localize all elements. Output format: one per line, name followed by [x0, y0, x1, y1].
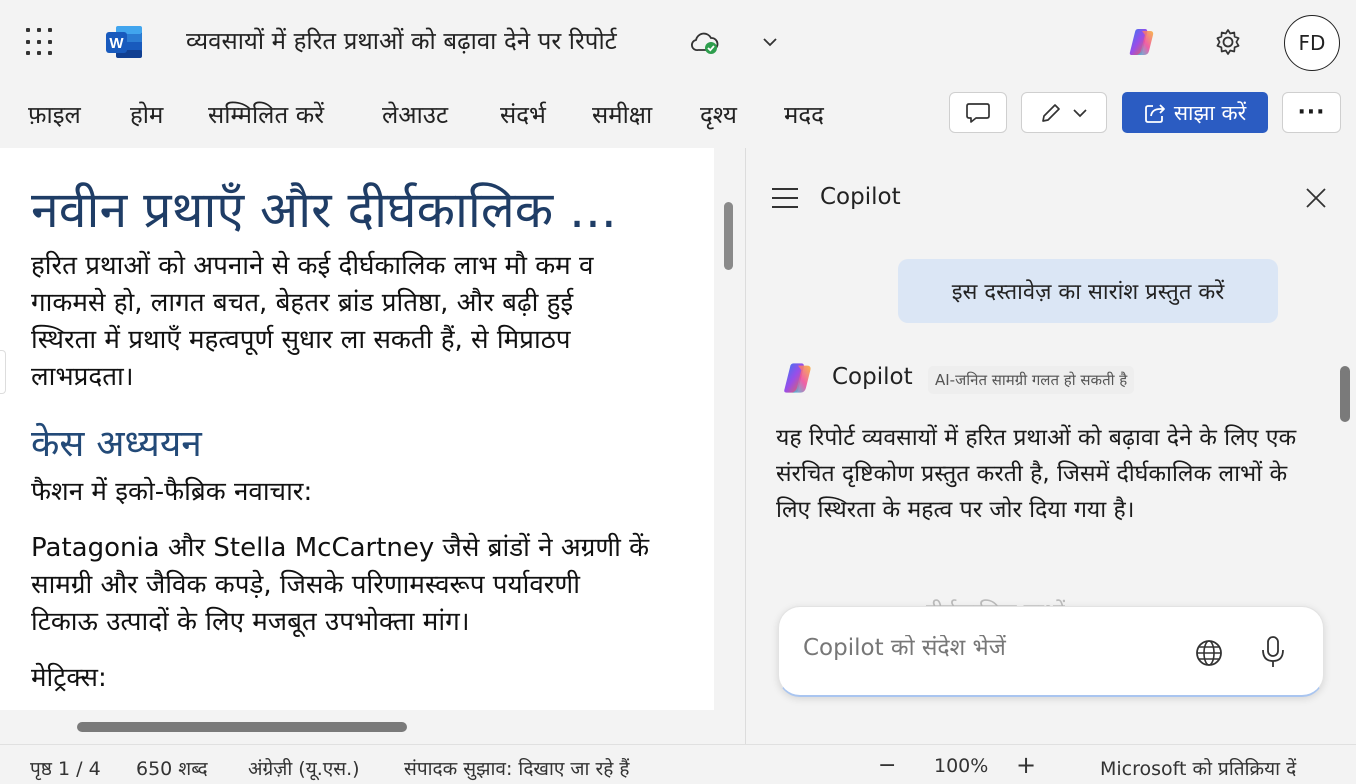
section-heading: केस अध्ययन [31, 422, 202, 465]
app-launcher-icon[interactable] [26, 28, 54, 56]
avatar[interactable]: FD [1284, 15, 1340, 71]
paragraph-line: Patagonia और Stella McCartney जैसे ब्रां… [31, 533, 650, 563]
status-bar: पृष्ठ 1 / 4 650 शब्द अंग्रेज़ी (यू.एस.) … [0, 744, 1356, 784]
close-icon[interactable] [1304, 186, 1328, 210]
paragraph-line: हरित प्रथाओं को अपनाने से कई दीर्घकालिक … [31, 251, 594, 281]
copilot-icon [784, 363, 811, 393]
svg-text:W: W [109, 35, 124, 52]
tab-layout[interactable]: लेआउट [382, 98, 448, 131]
ribbon-tabs: फ़ाइल होम सम्मिलित करें लेआउट संदर्भ समी… [0, 90, 940, 140]
paragraph-line: स्थिरता में प्रथाएँ महत्वपूर्ण सुधार ला … [31, 325, 571, 355]
word-logo-icon: W [106, 26, 142, 58]
microphone-icon[interactable] [1259, 635, 1287, 669]
hamburger-menu-icon[interactable] [772, 188, 798, 208]
zoom-out-button[interactable]: − [878, 753, 896, 778]
copilot-pane: Copilot इस दस्तावेज़ का सारांश प्रस्तुत … [746, 148, 1356, 744]
document-canvas[interactable]: नवीन प्रथाएँ और दीर्घकालिक ... हरित प्रथ… [0, 148, 714, 710]
more-options-button[interactable]: ··· [1282, 92, 1341, 133]
zoom-in-button[interactable]: + [1016, 751, 1036, 779]
navigation-pane-handle[interactable] [0, 350, 6, 394]
globe-icon[interactable] [1193, 637, 1225, 669]
tab-references[interactable]: संदर्भ [500, 98, 546, 131]
editing-mode-button[interactable] [1021, 92, 1107, 133]
metrics-label: मेट्रिक्स: [31, 663, 107, 693]
comment-icon [966, 102, 990, 123]
assistant-response: यह रिपोर्ट व्यवसायों में हरित प्रथाओं को… [776, 425, 1297, 523]
tab-help[interactable]: मदद [784, 98, 824, 131]
share-icon [1144, 103, 1165, 123]
feedback-link[interactable]: Microsoft को प्रतिक्रिया दें [1100, 755, 1296, 781]
tab-review[interactable]: समीक्षा [592, 98, 652, 131]
word-count[interactable]: 650 शब्द [136, 755, 208, 781]
share-button[interactable]: साझा करें [1122, 92, 1268, 133]
copilot-scrollbar[interactable] [1340, 366, 1350, 422]
tab-insert[interactable]: सम्मिलित करें [208, 98, 324, 131]
title-bar: W व्यवसायों में हरित प्रथाओं को बढ़ावा द… [0, 0, 1356, 84]
assistant-name: Copilot [832, 364, 913, 390]
zoom-level[interactable]: 100% [934, 755, 988, 777]
faded-response-text: दीर्घकालिक लाभों [926, 596, 1065, 606]
case-study-title: फैशन में इको-फैब्रिक नवाचार: [31, 477, 313, 507]
document-horizontal-scrollbar[interactable] [77, 722, 407, 732]
ai-disclaimer-badge: AI-जनित सामग्री गलत हो सकती है [928, 366, 1135, 394]
paragraph-line: गाकमसे हो, लागत बचत, बेहतर ब्रांड प्रतिष… [31, 288, 574, 318]
copilot-message-input[interactable] [803, 635, 1183, 661]
comments-button[interactable] [949, 92, 1007, 133]
chevron-down-icon [1073, 108, 1087, 117]
paragraph-line: टिकाऊ उत्पादों के लिए मजबूत उपभोक्ता मां… [31, 607, 470, 637]
page-count[interactable]: पृष्ठ 1 / 4 [30, 755, 101, 781]
editor-suggestions-status[interactable]: संपादक सुझाव: दिखाए जा रहे हैं [404, 755, 629, 781]
share-label: साझा करें [1173, 100, 1247, 125]
copilot-composer [778, 606, 1324, 697]
language-indicator[interactable]: अंग्रेज़ी (यू.एस.) [248, 755, 360, 781]
document-title[interactable]: व्यवसायों में हरित प्रथाओं को बढ़ावा देन… [186, 24, 617, 57]
gear-icon[interactable] [1213, 27, 1243, 57]
chevron-down-icon[interactable] [760, 32, 780, 52]
paragraph-line: सामग्री और जैविक कपड़े, जिसके परिणामस्वर… [31, 570, 580, 600]
pencil-icon [1042, 103, 1060, 122]
paragraph-line: लाभप्रदता। [31, 362, 134, 392]
tab-home[interactable]: होम [130, 98, 163, 131]
user-message-bubble: इस दस्तावेज़ का सारांश प्रस्तुत करें [898, 259, 1278, 323]
document-heading: नवीन प्रथाएँ और दीर्घकालिक ... [31, 181, 617, 239]
cloud-saved-icon [691, 32, 719, 54]
document-vertical-scrollbar[interactable] [724, 202, 733, 270]
copilot-pane-title: Copilot [820, 184, 901, 210]
tab-file[interactable]: फ़ाइल [28, 98, 81, 131]
tab-view[interactable]: दृश्य [700, 98, 737, 131]
copilot-icon[interactable] [1126, 26, 1158, 58]
